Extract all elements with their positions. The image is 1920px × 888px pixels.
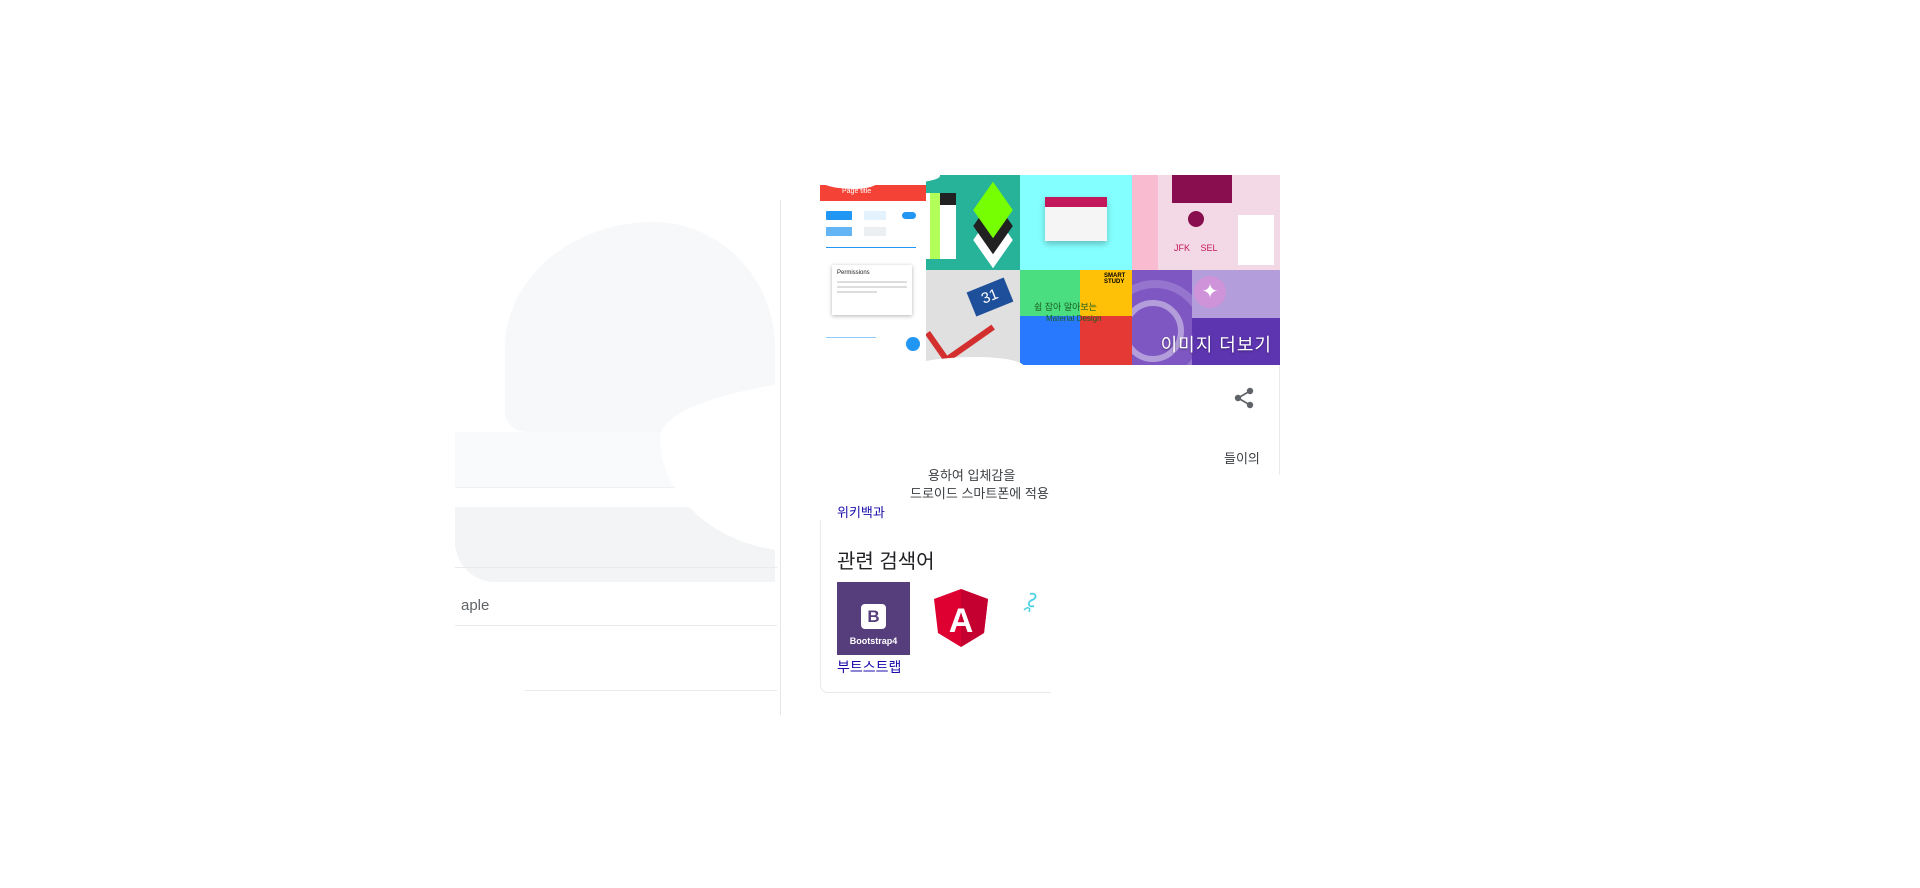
mock-button	[864, 211, 886, 220]
column-divider	[780, 200, 781, 715]
image-thumb-material-design[interactable]: SMART STUDY 쉽 잡아 알아보는 Material Design	[1020, 270, 1132, 365]
study-title-kr: 쉽 잡아 알아보는	[1034, 302, 1097, 312]
mock-button	[864, 227, 886, 236]
partial-logo-icon	[1023, 592, 1037, 613]
result-item-text[interactable]: aple	[461, 597, 489, 614]
accessibility-icon: ✦	[1194, 276, 1226, 308]
description-fragment: 용하여 입체감을	[928, 468, 1016, 483]
related-item-label[interactable]: 부트스트랩	[837, 657, 901, 677]
material-design-text: Material Design	[1046, 314, 1102, 323]
mock-fab	[906, 337, 920, 351]
description-fragment: 드로이드 스마트폰에 적용	[910, 486, 1049, 501]
image-thumb-material-mockup[interactable]: Page title Permissions	[820, 185, 926, 365]
image-gallery[interactable]: Page title Permissions JFK SEL 31 SMART …	[820, 175, 1280, 365]
window-mockup	[1045, 197, 1107, 241]
result-divider	[455, 567, 777, 568]
mock-button	[826, 227, 852, 236]
layer-bar	[930, 193, 940, 259]
layer-bar	[940, 193, 956, 205]
image-thumb-calendar[interactable]: 31	[926, 270, 1020, 365]
result-divider	[455, 625, 777, 626]
description-fragment: 들이의	[1224, 451, 1260, 466]
mock-button	[826, 211, 852, 220]
related-item-bootstrap[interactable]: B Bootstrap4	[837, 582, 910, 655]
mock-dialog-title: Permissions	[837, 270, 870, 276]
blank-area	[820, 351, 910, 381]
share-button[interactable]	[1228, 382, 1260, 414]
related-item-partial[interactable]	[1022, 590, 1042, 620]
mock-slider	[826, 337, 876, 338]
related-item-angular[interactable]: A	[930, 587, 992, 649]
pink-card	[1238, 215, 1274, 265]
bootstrap-logo-text: Bootstrap4	[849, 636, 898, 646]
share-icon	[1234, 387, 1254, 409]
image-thumb-pink-ui[interactable]: JFK SEL	[1132, 175, 1280, 270]
related-searches-title: 관련 검색어	[837, 551, 935, 573]
knowledge-panel: Page title Permissions JFK SEL 31 SMART …	[818, 171, 1280, 695]
angular-icon: A	[934, 589, 988, 647]
pink-avatar	[1188, 211, 1204, 227]
blank-area	[455, 652, 525, 722]
panel-border	[1279, 365, 1280, 475]
flight-from: JFK	[1174, 243, 1191, 253]
image-thumb-layers[interactable]	[926, 175, 1020, 270]
mock-dialog: Permissions	[832, 265, 912, 315]
window-bar	[1045, 197, 1107, 207]
mock-input-line	[826, 247, 916, 248]
smart-study-logo: SMART STUDY	[1104, 273, 1126, 285]
mock-app-title: Page title	[842, 188, 872, 195]
flight-to: SEL	[1200, 243, 1218, 253]
bootstrap-logo: B Bootstrap4	[837, 582, 910, 655]
image-thumb-window[interactable]	[1020, 175, 1132, 270]
mock-toggle	[902, 212, 916, 219]
pink-header	[1172, 175, 1232, 203]
pink-panel	[1132, 175, 1158, 270]
angular-letter: A	[949, 602, 974, 640]
more-images-link[interactable]: 이미지 더보기	[1161, 331, 1272, 357]
wikipedia-link[interactable]: 위키백과	[837, 502, 885, 521]
bootstrap-letter: B	[861, 604, 886, 629]
